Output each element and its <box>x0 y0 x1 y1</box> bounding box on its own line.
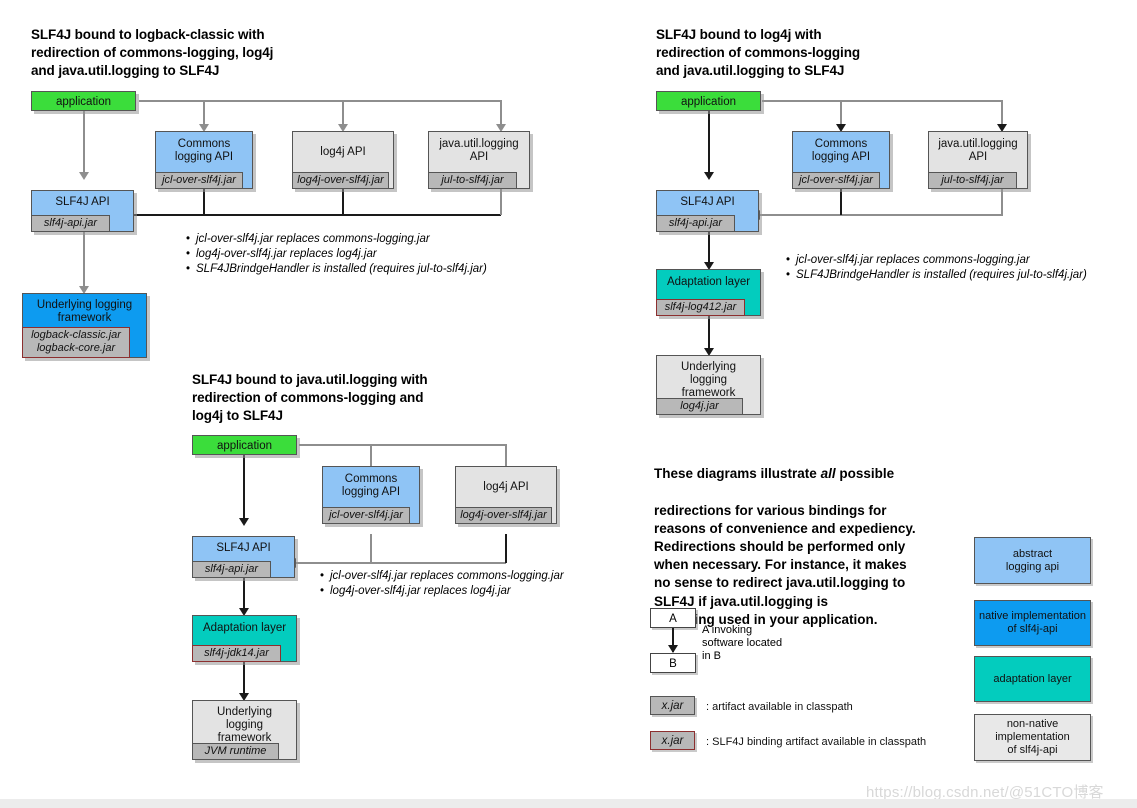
diagram-canvas: SLF4J bound to logback-classic with redi… <box>0 0 1137 808</box>
d2-bullet-1: jcl-over-slf4j.jar replaces commons-logg… <box>786 253 1087 268</box>
bottom-bar <box>0 799 1137 808</box>
d2-jar-slf4j-log412: slf4j-log412.jar <box>656 299 745 316</box>
d1-node-log4j-api[interactable]: log4j API log4j-over-slf4j.jar <box>292 131 394 189</box>
d3-node-application[interactable]: application <box>192 435 297 455</box>
d1-bullet-2: log4j-over-slf4j.jar replaces log4j.jar <box>186 247 487 262</box>
d2-bullet-list: jcl-over-slf4j.jar replaces commons-logg… <box>786 253 1087 283</box>
d2-jar-jcl-over-slf4j: jcl-over-slf4j.jar <box>792 172 880 189</box>
d3-jar-log4j-over-slf4j: log4j-over-slf4j.jar <box>455 507 552 524</box>
d1-node-slf4j-api[interactable]: SLF4J API slf4j-api.jar <box>31 190 134 232</box>
d2-conn-return-bus <box>756 214 1003 216</box>
d2-node-jul-api[interactable]: java.util.logging API jul-to-slf4j.jar <box>928 131 1028 189</box>
d1-jar-slf4j-api: slf4j-api.jar <box>31 215 110 232</box>
d3-jar-jvm-runtime: JVM runtime <box>192 743 279 760</box>
legend-arrow-a-b <box>668 645 678 653</box>
d1-node-commons-logging-api[interactable]: Commons logging API jcl-over-slf4j.jar <box>155 131 253 189</box>
d3-jar-slf4j-api: slf4j-api.jar <box>192 561 271 578</box>
legend-swatch-native-implementation: native implementation of slf4j-api <box>974 600 1091 646</box>
d1-conn-log4j-down <box>342 188 344 215</box>
d1-bullet-3: SLF4JBrindgeHandler is installed (requir… <box>186 262 487 277</box>
d3-bullet-2: log4j-over-slf4j.jar replaces log4j.jar <box>320 584 564 599</box>
d3-node-log4j-api[interactable]: log4j API log4j-over-slf4j.jar <box>455 466 557 524</box>
d1-jar-logback: logback-classic.jar logback-core.jar <box>22 327 130 358</box>
d2-jar-slf4j-api: slf4j-api.jar <box>656 215 735 232</box>
d1-conn-return-bus <box>129 214 501 216</box>
d1-node-application[interactable]: application <box>31 91 136 111</box>
d3-conn-log4j-down <box>505 534 507 563</box>
diagram-2-title: SLF4J bound to log4j with redirection of… <box>656 27 861 78</box>
d3-bullet-list: jcl-over-slf4j.jar replaces commons-logg… <box>320 569 564 599</box>
note-line1-a: These diagrams illustrate <box>654 466 821 482</box>
d1-conn-app-bus <box>139 100 501 102</box>
legend-box-a: A <box>650 608 696 628</box>
d1-bullet-list: jcl-over-slf4j.jar replaces commons-logg… <box>186 232 487 277</box>
d3-conn-app-bus <box>299 444 506 446</box>
legend-swatch-abstract-logging-api: abstract logging api <box>974 537 1091 584</box>
d2-conn-app-slf4j <box>708 100 710 176</box>
d1-arrow-app-slf4j <box>79 172 89 180</box>
d1-jar-log4j-over-slf4j: log4j-over-slf4j.jar <box>292 172 389 189</box>
d3-conn-commons-down <box>370 534 372 563</box>
legend-swatch-non-native-implementation: non-native implementation of slf4j-api <box>974 714 1091 761</box>
d1-jar-jcl-over-slf4j: jcl-over-slf4j.jar <box>155 172 243 189</box>
d3-node-slf4j-api[interactable]: SLF4J API slf4j-api.jar <box>192 536 295 578</box>
d2-jar-jul-to-slf4j: jul-to-slf4j.jar <box>928 172 1017 189</box>
d3-conn-return-bus <box>292 562 506 564</box>
d3-conn-app-slf4j <box>243 444 245 522</box>
note-line1-b: possible <box>835 466 895 482</box>
d2-node-application[interactable]: application <box>656 91 761 111</box>
legend-jar-binding-artifact: x.jar <box>650 731 695 750</box>
note-emphasis: all <box>820 466 836 482</box>
d2-node-underlying-framework[interactable]: Underlying logging framework log4j.jar <box>656 355 761 415</box>
d1-conn-app-slf4j <box>83 100 85 176</box>
d1-jar-jul-to-slf4j: jul-to-slf4j.jar <box>428 172 517 189</box>
d1-conn-commons-down <box>203 188 205 215</box>
legend-artifact-caption: : artifact available in classpath <box>706 701 853 713</box>
explanatory-note: These diagrams illustrate all possible r… <box>654 447 984 629</box>
d1-bullet-1: jcl-over-slf4j.jar replaces commons-logg… <box>186 232 487 247</box>
d2-node-slf4j-api[interactable]: SLF4J API slf4j-api.jar <box>656 190 759 232</box>
d2-arrow-app-slf4j <box>704 172 714 180</box>
d2-jar-log4j: log4j.jar <box>656 398 743 415</box>
d1-conn-jul-down <box>500 188 502 215</box>
legend-swatch-adaptation-layer: adaptation layer <box>974 656 1091 702</box>
d3-node-commons-logging-api[interactable]: Commons logging API jcl-over-slf4j.jar <box>322 466 420 524</box>
legend-box-b: B <box>650 653 696 673</box>
d1-node-jul-api[interactable]: java.util.logging API jul-to-slf4j.jar <box>428 131 530 189</box>
d1-conn-slf4j-underlying <box>83 230 85 290</box>
legend-jar-artifact: x.jar <box>650 696 695 715</box>
d2-bullet-2: SLF4JBrindgeHandler is installed (requir… <box>786 268 1087 283</box>
d3-node-underlying-framework[interactable]: Underlying logging framework JVM runtime <box>192 700 297 760</box>
d2-node-adaptation-layer[interactable]: Adaptation layer slf4j-log412.jar <box>656 269 761 316</box>
d3-jar-jcl-over-slf4j: jcl-over-slf4j.jar <box>322 507 410 524</box>
d1-node-underlying-framework[interactable]: Underlying logging framework logback-cla… <box>22 293 147 358</box>
d3-bullet-1: jcl-over-slf4j.jar replaces commons-logg… <box>320 569 564 584</box>
d2-conn-commons-down <box>840 188 842 215</box>
d2-conn-app-bus <box>762 100 1002 102</box>
d2-node-commons-logging-api[interactable]: Commons logging API jcl-over-slf4j.jar <box>792 131 890 189</box>
d3-node-adaptation-layer[interactable]: Adaptation layer slf4j-jdk14.jar <box>192 615 297 662</box>
d3-jar-slf4j-jdk14: slf4j-jdk14.jar <box>192 645 281 662</box>
legend-invocation-caption: A invoking software located in B <box>702 624 783 662</box>
diagram-3-title: SLF4J bound to java.util.logging with re… <box>192 372 428 423</box>
diagram-1-title: SLF4J bound to logback-classic with redi… <box>31 27 274 78</box>
legend-binding-artifact-caption: : SLF4J binding artifact available in cl… <box>706 736 927 748</box>
d3-arrow-app-slf4j <box>239 518 249 526</box>
d2-conn-jul-down <box>1001 188 1003 215</box>
